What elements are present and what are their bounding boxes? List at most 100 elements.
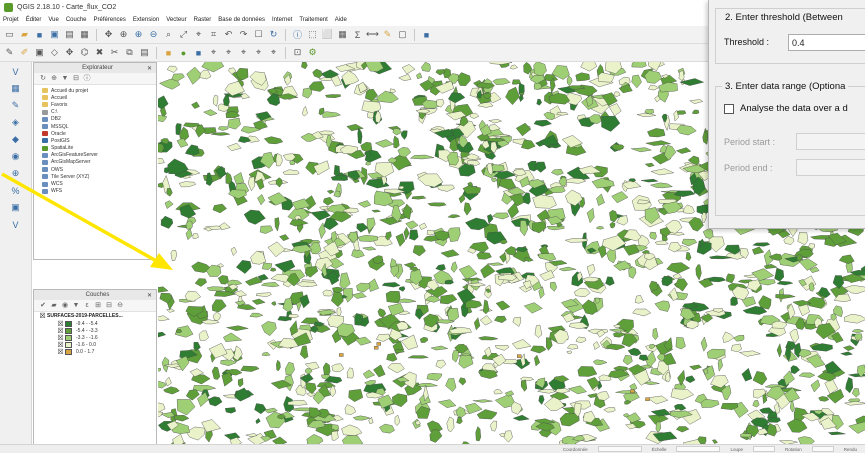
pan-icon[interactable]: ✥ (102, 28, 115, 41)
menu-traitement[interactable]: Traitement (299, 17, 327, 23)
zoom-full-icon[interactable]: ⤢ (177, 28, 190, 41)
scale-field[interactable] (676, 446, 721, 452)
layer-item[interactable]: ☒ SURFACES-2019-PARCELLES... (34, 312, 156, 320)
add-delimited-text-icon[interactable]: ▣ (9, 201, 23, 214)
analyse-period-checkbox-row[interactable]: Analyse the data over a d (724, 103, 848, 114)
filter-expression-icon[interactable]: ε (83, 302, 91, 310)
move-feature-icon[interactable]: ✥ (63, 46, 76, 59)
coordinate-field[interactable] (597, 446, 642, 452)
label-tool-icon[interactable]: ■ (162, 46, 175, 59)
identify-icon[interactable]: ⓘ (291, 28, 304, 41)
current-edits-icon[interactable]: ✎ (3, 46, 16, 59)
add-wms-layer-icon[interactable]: ◉ (9, 150, 23, 163)
map-tips-icon[interactable]: ✎ (381, 28, 394, 41)
menu-vue[interactable]: Vue (48, 17, 58, 23)
tree-item[interactable]: Oracle (42, 130, 156, 137)
tree-item[interactable]: DB2 (42, 116, 156, 123)
layer-visibility-checkbox[interactable]: ☒ (38, 312, 47, 320)
cut-features-icon[interactable]: ✂ (108, 46, 121, 59)
tree-item[interactable]: C:\ (42, 109, 156, 116)
composer-manager-icon[interactable]: ▦ (78, 28, 91, 41)
panel-close-icon[interactable]: ✕ (147, 292, 152, 299)
legend-item[interactable]: ☒ 0.0 - 1.7 (34, 348, 156, 356)
menu-aide[interactable]: Aide (335, 17, 347, 23)
tree-item[interactable]: WFS (42, 188, 156, 195)
zoom-native-icon[interactable]: ⌕ (162, 28, 175, 41)
tree-item[interactable]: ArcGisMapServer (42, 159, 156, 166)
tree-item[interactable]: PostGIS (42, 137, 156, 144)
processing-toolbox-icon[interactable]: ⚙ (306, 46, 319, 59)
zoom-out-icon[interactable]: ⊖ (147, 28, 160, 41)
open-project-icon[interactable]: ▰ (18, 28, 31, 41)
menu-extension[interactable]: Extension (133, 17, 159, 23)
move-label-icon[interactable]: ⌖ (237, 46, 250, 59)
add-postgis-layer-icon[interactable]: ✎ (9, 99, 23, 112)
pin-labels-icon[interactable]: ⌖ (207, 46, 220, 59)
tree-item[interactable]: MSSQL (42, 123, 156, 130)
zoom-layer-icon[interactable]: ⌗ (207, 28, 220, 41)
period-end-input[interactable] (796, 159, 865, 176)
legend-item[interactable]: ☒ -5.4 - -3.3 (34, 327, 156, 335)
filter-icon[interactable]: ▼ (61, 75, 69, 83)
new-bookmark-icon[interactable]: ☐ (252, 28, 265, 41)
annotation-icon[interactable]: ▢ (396, 28, 409, 41)
tree-item[interactable]: Accueil du projet (42, 87, 156, 94)
tree-item[interactable]: WCS (42, 180, 156, 187)
menu-couche[interactable]: Couche (66, 17, 87, 23)
add-spatialite-layer-icon[interactable]: ◈ (9, 116, 23, 129)
legend-item[interactable]: ☒ -1.6 - 0.0 (34, 341, 156, 349)
add-wcs-layer-icon[interactable]: ⊕ (9, 167, 23, 180)
analyse-period-checkbox[interactable] (724, 103, 734, 114)
zoom-selection-icon[interactable]: ⌖ (192, 28, 205, 41)
refresh-icon[interactable]: ↻ (39, 75, 47, 83)
attribute-table-icon[interactable]: ▦ (336, 28, 349, 41)
rotate-label-icon[interactable]: ⌖ (252, 46, 265, 59)
statistics-icon[interactable]: Σ (351, 28, 364, 41)
tree-item[interactable]: Tile Server (XYZ) (42, 173, 156, 180)
threshold-input[interactable] (788, 34, 865, 51)
menu-internet[interactable]: Internet (272, 17, 292, 23)
add-selected-icon[interactable]: ⊕ (50, 75, 58, 83)
add-mssql-layer-icon[interactable]: ◆ (9, 133, 23, 146)
node-tool-icon[interactable]: ⌬ (78, 46, 91, 59)
paste-features-icon[interactable]: ▤ (138, 46, 151, 59)
copy-features-icon[interactable]: ⧉ (123, 46, 136, 59)
save-as-icon[interactable]: ▣ (48, 28, 61, 41)
plugin-icon[interactable]: ■ (420, 28, 433, 41)
pan-to-selection-icon[interactable]: ⊕ (117, 28, 130, 41)
measure-icon[interactable]: ⟷ (366, 28, 379, 41)
save-project-icon[interactable]: ■ (33, 28, 46, 41)
menu-vecteur[interactable]: Vecteur (166, 17, 186, 23)
menu-preferences[interactable]: Préférences (94, 17, 126, 23)
change-label-icon[interactable]: ⌖ (267, 46, 280, 59)
menu-base-de-donnees[interactable]: Base de données (218, 17, 265, 23)
zoom-last-icon[interactable]: ↶ (222, 28, 235, 41)
style-tool-icon[interactable]: ● (177, 46, 190, 59)
rotation-field[interactable] (811, 446, 834, 452)
menu-raster[interactable]: Raster (194, 17, 212, 23)
zoom-next-icon[interactable]: ↷ (237, 28, 250, 41)
legend-item[interactable]: ☒ -3.3 - -1.6 (34, 334, 156, 342)
collapse-all-icon[interactable]: ⊟ (72, 75, 80, 83)
save-edits-icon[interactable]: ▣ (33, 46, 46, 59)
toggle-editing-icon[interactable]: ✐ (18, 46, 31, 59)
tree-item[interactable]: Favoris (42, 101, 156, 108)
add-wfs-layer-icon[interactable]: % (9, 184, 23, 197)
legend-item[interactable]: ☒ -9.4 - -5.4 (34, 320, 156, 328)
new-project-icon[interactable]: ▭ (3, 28, 16, 41)
magnifier-field[interactable] (752, 446, 775, 452)
add-group-icon[interactable]: ▰ (50, 302, 58, 310)
add-vector-layer-icon[interactable]: V (9, 65, 23, 78)
period-start-input[interactable] (796, 133, 865, 150)
new-shapefile-icon[interactable]: V (9, 218, 23, 231)
select-features-icon[interactable]: ⬚ (306, 28, 319, 41)
tree-item[interactable]: Accueil (42, 94, 156, 101)
legend-checkbox[interactable]: ☒ (56, 348, 65, 356)
diagram-tool-icon[interactable]: ■ (192, 46, 205, 59)
python-console-icon[interactable]: ⊡ (291, 46, 304, 59)
collapse-all-icon[interactable]: ⊟ (105, 302, 113, 310)
refresh-icon[interactable]: ↻ (267, 28, 280, 41)
visibility-icon[interactable]: ◉ (61, 302, 69, 310)
menu-editer[interactable]: Éditer (26, 17, 42, 23)
tree-item[interactable]: ArcGisFeatureServer (42, 152, 156, 159)
